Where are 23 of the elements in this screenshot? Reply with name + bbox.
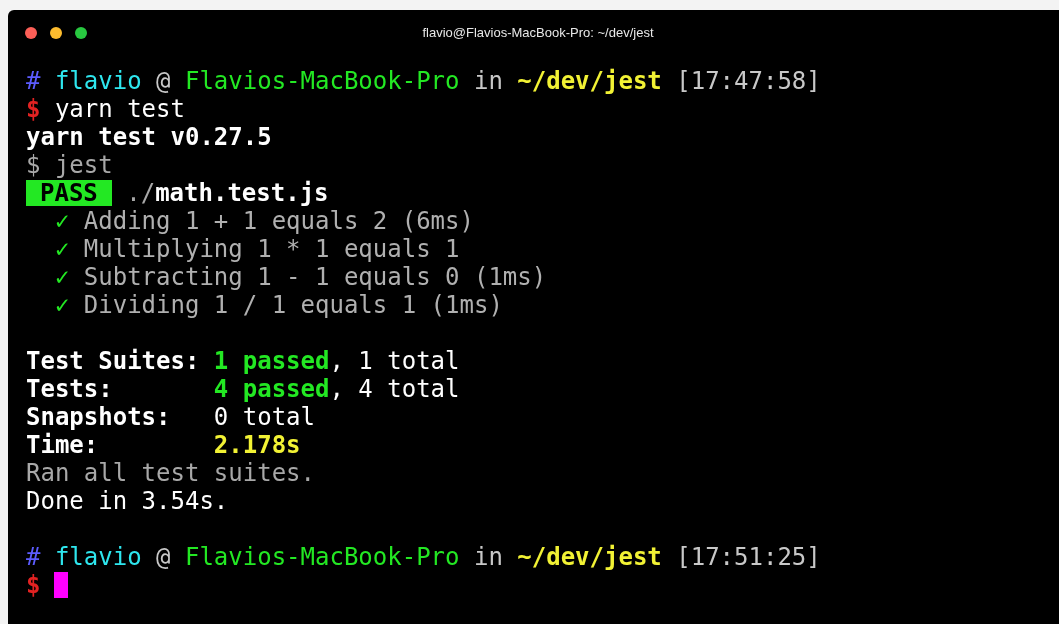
status-badge: PASS — [26, 180, 112, 206]
terminal-line: Time: 2.178s — [26, 431, 301, 459]
terminal-line: $ yarn test — [26, 95, 185, 123]
terminal-line: ✓ Adding 1 + 1 equals 2 (6ms) — [53, 207, 474, 235]
terminal-line: ✓ Dividing 1 / 1 equals 1 (1ms) — [53, 291, 503, 319]
terminal-line: # flavio @ Flavios-MacBook-Pro in ~/dev/jest [17:51:25] — [26, 543, 821, 571]
terminal-line: $ jest — [26, 151, 113, 179]
terminal-line: Snapshots: 0 total — [26, 403, 315, 431]
terminal-line: $ — [26, 571, 41, 599]
terminal-line: ✓ Subtracting 1 - 1 equals 0 (1ms) — [53, 263, 547, 291]
terminal-line: # flavio @ Flavios-MacBook-Pro in ~/dev/jest [17:47:58] — [26, 67, 821, 95]
close-icon[interactable] — [25, 26, 37, 39]
terminal-line: Test Suites: 1 passed, 1 total — [26, 347, 460, 375]
zoom-icon[interactable] — [75, 26, 87, 39]
terminal-text: math.test.js — [155, 179, 329, 207]
terminal-line: ✓ Multiplying 1 * 1 equals 1 — [53, 235, 460, 263]
terminal-line: yarn test v0.27.5 — [26, 123, 272, 151]
terminal-line: Ran all test suites. — [26, 459, 315, 487]
terminal-line: Done in 3.54s. — [26, 487, 229, 515]
terminal-line: Tests: 4 passed, 4 total — [26, 375, 460, 403]
window-title: flavio@Flavios-MacBook-Pro: ~/dev/jest — [422, 25, 654, 40]
terminal-text: ./ — [125, 179, 156, 207]
minimize-icon[interactable] — [50, 26, 62, 39]
